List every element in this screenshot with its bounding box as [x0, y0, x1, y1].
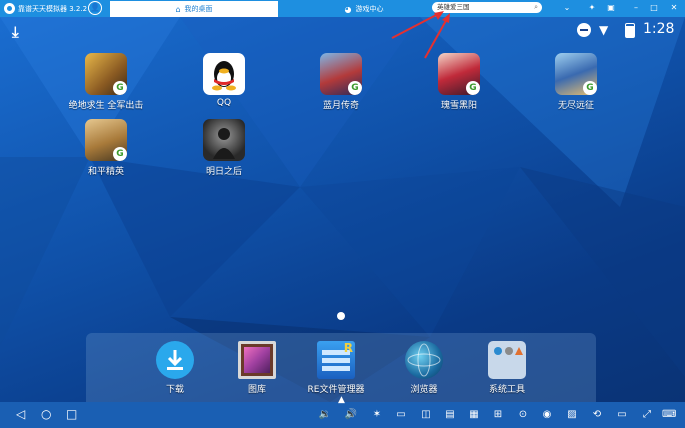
game-badge-icon: G: [583, 81, 597, 95]
app-title-text: 靠谱天天模拟器 3.2.2: [18, 4, 88, 13]
app-label: QQ: [216, 98, 232, 108]
app-mingri-zhihou[interactable]: 明日之后: [179, 119, 269, 177]
dock-browser[interactable]: 浏览器: [379, 341, 469, 395]
dock-re-file-manager[interactable]: R RE文件管理器: [291, 341, 381, 395]
title-bar: 靠谱天天模拟器 3.2.2 👤 ⌂ 我的桌面 ◕ 游戏中心 英雄爱三国 ⌕ ⌄ …: [0, 0, 685, 17]
do-not-disturb-icon: [577, 23, 591, 37]
dock-system-tools[interactable]: 系统工具: [462, 341, 552, 395]
app-label: 浏览器: [410, 385, 438, 395]
user-account-icon[interactable]: 👤: [88, 1, 102, 15]
app-title: 靠谱天天模拟器 3.2.2: [4, 2, 87, 15]
search-input[interactable]: 英雄爱三国 ⌕: [432, 2, 542, 13]
app-lanyue-chuanqi[interactable]: G 蓝月传奇: [296, 53, 386, 111]
app-heping-jingying[interactable]: G 和平精英: [61, 119, 151, 177]
dock-download[interactable]: 下载: [130, 341, 220, 395]
lanyue-chuanqi-icon: G: [320, 53, 362, 95]
install-apk-icon[interactable]: ⊞: [491, 408, 505, 421]
game-badge-icon: G: [113, 147, 127, 161]
maximize-button[interactable]: □: [647, 1, 661, 15]
app-label: 和平精英: [87, 167, 124, 177]
system-tools-folder-icon: [488, 341, 526, 379]
app-label: 绝地求生 全军出击: [68, 101, 144, 111]
app-label: 明日之后: [205, 167, 242, 177]
re-file-manager-icon: R: [317, 341, 355, 379]
app-label: 系统工具: [488, 385, 525, 395]
record-icon[interactable]: ◉: [540, 408, 554, 421]
minimize-button[interactable]: –: [629, 1, 643, 15]
menu-icon[interactable]: ▣: [604, 1, 618, 15]
back-button[interactable]: ◁: [16, 407, 25, 421]
pin-icon[interactable]: ✦: [585, 1, 599, 15]
mingri-zhihou-icon: [203, 119, 245, 161]
app-wujin-yuanzheng[interactable]: G 无尽远征: [531, 53, 621, 111]
app-label: 无尽远征: [557, 101, 594, 111]
keyboard-mapping-icon[interactable]: ▤: [443, 408, 457, 421]
app-label: 蓝月传奇: [322, 101, 359, 111]
cast-icon[interactable]: ▭: [615, 408, 629, 421]
game-badge-icon: G: [466, 81, 480, 95]
app-label: 图库: [247, 385, 266, 395]
app-guixue-heiyang[interactable]: G 瑰雪黑阳: [414, 53, 504, 111]
share-folder-icon[interactable]: ▨: [565, 408, 579, 421]
rotate-screen-icon[interactable]: ⟲: [590, 408, 604, 421]
multi-instance-icon[interactable]: ▦: [467, 408, 481, 421]
search-icon[interactable]: ⌕: [534, 2, 538, 13]
app-qq[interactable]: QQ: [179, 53, 269, 108]
gallery-icon: [238, 341, 276, 379]
home-button[interactable]: ○: [41, 407, 51, 421]
tab-my-desktop[interactable]: ⌂ 我的桌面: [110, 1, 278, 17]
search-value: 英雄爱三国: [437, 3, 470, 11]
android-desktop[interactable]: ⤓ ▼ 1:28 G 绝地求生 全军出击 QQ G 蓝月传奇 G 瑰雪黑阳 G …: [0, 17, 685, 402]
gamepad-icon: ◕: [344, 4, 352, 14]
app-label: RE文件管理器: [307, 385, 365, 395]
fullscreen-icon[interactable]: ⤢: [640, 408, 654, 421]
heping-jingying-icon: G: [85, 119, 127, 161]
game-badge-icon: G: [113, 81, 127, 95]
navigation-bar: ▲ ◁ ○ □ 🔉 🔊 ✶ ▭ ◫ ▤ ▦ ⊞ ⊙ ◉ ▨ ⟲ ▭ ⤢ ⌨: [0, 395, 685, 428]
app-pubg-mobile[interactable]: G 绝地求生 全军出击: [61, 53, 151, 111]
skin-icon[interactable]: ⌄: [560, 1, 574, 15]
wifi-icon: ▼: [599, 23, 609, 37]
screenshot-icon[interactable]: ▭: [394, 408, 408, 421]
download-status-icon: ⤓: [12, 23, 19, 41]
tab-game-center[interactable]: ◕ 游戏中心: [280, 1, 448, 17]
dock-gallery[interactable]: 图库: [212, 341, 302, 395]
pubg-mobile-icon: G: [85, 53, 127, 95]
dock: 下载 图库 R RE文件管理器 浏览器 系统工具: [86, 333, 596, 402]
location-icon[interactable]: ⊙: [516, 408, 530, 421]
close-button[interactable]: ✕: [667, 1, 681, 15]
trash-icon[interactable]: ◫: [419, 408, 433, 421]
tab-label: 我的桌面: [184, 5, 213, 13]
tab-label: 游戏中心: [355, 5, 384, 13]
wujin-yuanzheng-icon: G: [555, 53, 597, 95]
battery-icon: [625, 23, 635, 38]
volume-up-icon[interactable]: 🔊: [344, 408, 358, 421]
app-label: 下载: [165, 385, 184, 395]
browser-globe-icon: [405, 341, 443, 379]
status-time: 1:28: [643, 21, 675, 37]
guixue-heiyang-icon: G: [438, 53, 480, 95]
recent-apps-button[interactable]: □: [66, 407, 77, 421]
download-icon: [156, 341, 194, 379]
page-indicator: [337, 312, 345, 320]
shake-icon[interactable]: ✶: [370, 408, 384, 421]
expand-toolbar-icon[interactable]: ▲: [338, 395, 345, 405]
app-logo-icon: [4, 3, 15, 14]
volume-down-icon[interactable]: 🔉: [318, 408, 332, 421]
home-icon: ⌂: [175, 4, 181, 14]
game-badge-icon: G: [348, 81, 362, 95]
qq-penguin-icon: [203, 53, 245, 95]
app-label: 瑰雪黑阳: [440, 101, 477, 111]
keyboard-icon[interactable]: ⌨: [662, 408, 676, 421]
